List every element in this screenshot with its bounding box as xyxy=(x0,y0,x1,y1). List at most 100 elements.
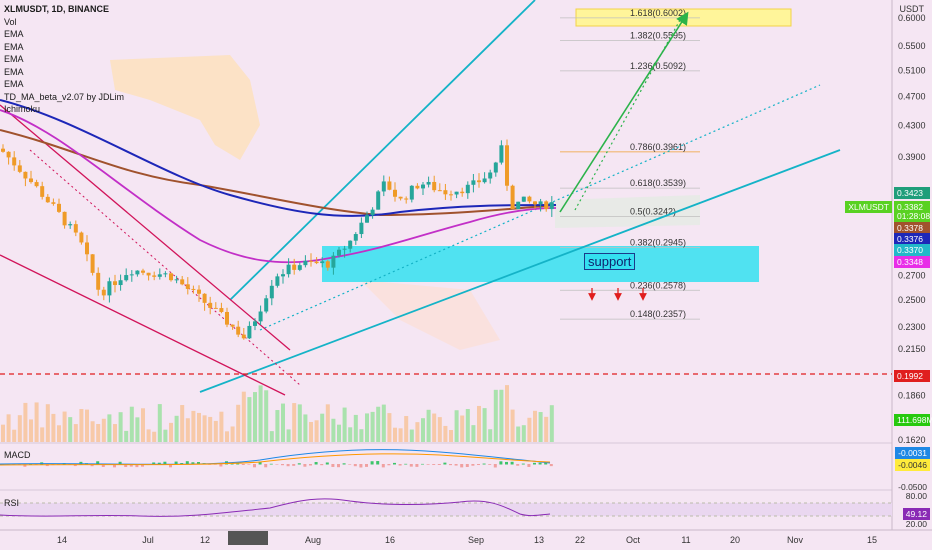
volume-bar xyxy=(292,403,297,442)
macd-hist-bar xyxy=(348,464,352,465)
support-label: support xyxy=(584,253,636,270)
candle-body xyxy=(45,196,50,203)
macd-hist-bar xyxy=(342,463,346,465)
candle-body xyxy=(1,148,5,152)
candle-body xyxy=(264,298,269,312)
chart-title: XLMUSDT, 1D, BINANCE xyxy=(4,4,110,14)
volume-bar xyxy=(202,415,207,442)
volume-bar xyxy=(348,427,353,442)
y-tick-label: 0.1860 xyxy=(898,390,926,400)
indicator-ema-5[interactable]: EMA xyxy=(4,78,124,91)
candle-body xyxy=(90,254,95,273)
currency-label: USDT xyxy=(899,4,925,14)
fib-label: 0.148(0.2357) xyxy=(630,309,686,319)
macd-hist-bar xyxy=(454,464,458,466)
candle-body xyxy=(297,265,302,270)
volume-bar xyxy=(437,417,442,442)
indicator-ichimoku[interactable]: Ichimoku xyxy=(4,103,124,116)
candle-body xyxy=(180,279,185,285)
candle-body xyxy=(521,196,526,202)
volume-bar xyxy=(314,420,319,442)
candle-body xyxy=(236,326,241,335)
macd-hist-bar xyxy=(409,464,413,467)
candle-body xyxy=(404,198,409,200)
macd-label[interactable]: MACD xyxy=(4,450,31,460)
rsi-label[interactable]: RSI xyxy=(4,498,19,508)
price-chart[interactable]: 1.618(0.6002) 1.382(0.5595) 1.236(0.5092) 0… xyxy=(0,0,932,550)
indicator-vol[interactable]: Vol xyxy=(4,16,124,29)
macd-hist-bar xyxy=(381,464,385,468)
candle-body xyxy=(544,201,549,210)
volume-bar xyxy=(124,430,129,442)
volume-bar xyxy=(381,404,386,442)
volume-bar xyxy=(57,425,61,442)
candle-body xyxy=(527,196,532,202)
volume-bar xyxy=(191,410,196,442)
candle-body xyxy=(533,201,537,205)
candle-body xyxy=(146,272,151,276)
fib-label: 1.382(0.5595) xyxy=(630,31,686,41)
candle-body xyxy=(253,321,257,326)
volume-bar xyxy=(516,426,521,442)
macd-hist-bar xyxy=(415,464,419,467)
candle-body xyxy=(40,186,45,197)
candle-body xyxy=(79,232,84,243)
candle-body xyxy=(471,180,476,185)
macd-value-tag: -0.0031 xyxy=(895,447,930,459)
volume-bar xyxy=(549,405,554,442)
candle-body xyxy=(421,184,425,189)
volume-bar xyxy=(297,404,302,442)
candle-body xyxy=(331,255,336,268)
volume-bar xyxy=(460,415,465,442)
volume-bar xyxy=(208,416,213,442)
indicator-ema-4[interactable]: EMA xyxy=(4,66,124,79)
candle-body xyxy=(169,273,173,281)
x-tick-label: 11 xyxy=(681,535,690,545)
volume-bar xyxy=(415,422,420,442)
volume-bar xyxy=(23,402,28,442)
candle-body xyxy=(213,307,218,309)
indicator-td-ma[interactable]: TD_MA_beta_v2.07 by JDLim xyxy=(4,91,124,104)
rsi-tick-20: 20.00 xyxy=(905,519,927,529)
candle-body xyxy=(101,289,106,296)
fib-label: 0.236(0.2578) xyxy=(630,280,686,290)
macd-hist-bar xyxy=(505,461,508,465)
volume-bar xyxy=(398,428,403,442)
candle-body xyxy=(230,324,235,327)
x-tick-label: Sep xyxy=(468,535,484,545)
date-highlight xyxy=(228,531,268,545)
price-tag: 0.3348 xyxy=(894,256,930,268)
volume-bar xyxy=(365,413,369,442)
indicator-ema-3[interactable]: EMA xyxy=(4,53,124,66)
candle-body xyxy=(124,275,129,281)
candle-body xyxy=(488,172,493,179)
volume-bar xyxy=(107,414,112,442)
candle-body xyxy=(314,261,319,264)
price-tag: 0.3423 xyxy=(894,187,930,199)
indicator-ema-2[interactable]: EMA xyxy=(4,41,124,54)
price-tag: 01:28:08 xyxy=(894,210,930,222)
macd-hist-bar xyxy=(482,463,486,465)
candle-body xyxy=(432,181,437,191)
macd-hist-bar xyxy=(471,464,475,466)
candle-body xyxy=(135,270,140,275)
macd-hist-bar xyxy=(527,464,531,467)
candle-body xyxy=(505,145,509,186)
candle-body xyxy=(454,191,459,195)
indicator-ema-1[interactable]: EMA xyxy=(4,28,124,41)
volume-bar xyxy=(409,429,414,442)
candle-body xyxy=(191,288,196,290)
y-tick-label: 0.2500 xyxy=(898,295,926,305)
macd-hist-bar xyxy=(281,464,284,466)
macd-value-tag: -0.0046 xyxy=(895,459,930,471)
candle-body xyxy=(85,242,89,255)
volume-bar xyxy=(426,409,431,442)
volume-bar xyxy=(320,413,325,442)
macd-hist-bar xyxy=(477,464,480,466)
volume-bar xyxy=(241,391,246,442)
candle-body xyxy=(449,194,453,196)
volume-bar xyxy=(449,429,453,442)
volume-bar xyxy=(230,426,235,442)
macd-hist-bar xyxy=(286,464,290,467)
volume-bar xyxy=(477,405,481,442)
